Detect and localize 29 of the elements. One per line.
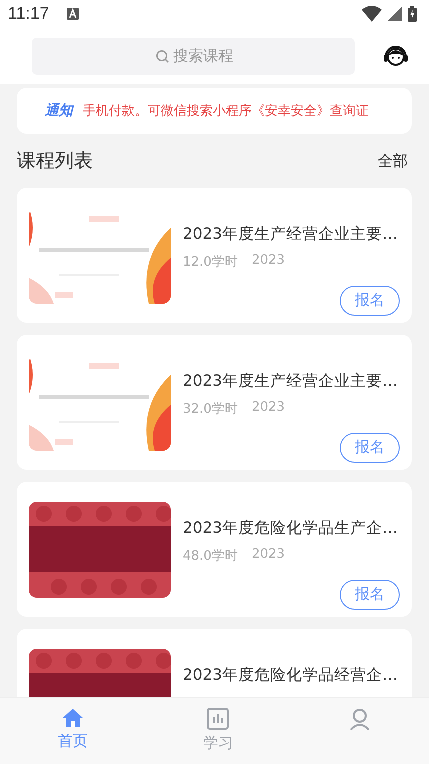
- home-icon: [62, 708, 84, 728]
- course-year: 2023: [252, 252, 286, 270]
- status-time: 11:17: [8, 4, 50, 24]
- course-year: 2023: [252, 546, 286, 564]
- course-card[interactable]: 2023年度危险化学品经营企…: [17, 629, 412, 697]
- chart-icon: [207, 708, 230, 730]
- battery-icon: [408, 6, 417, 22]
- person-icon: [349, 708, 372, 730]
- course-title: 2023年度生产经营企业主要…: [183, 224, 399, 244]
- course-title: 2023年度危险化学品生产企…: [183, 518, 399, 538]
- notification-icon: [67, 8, 80, 20]
- notice-text: 手机付款。可微信搜索小程序《安幸安全》查询证: [83, 103, 369, 120]
- course-card[interactable]: 2023年度生产经营企业主要… 32.0学时 2023 报名: [17, 335, 412, 470]
- course-title: 2023年度生产经营企业主要…: [183, 370, 399, 392]
- headset-icon[interactable]: [383, 43, 409, 69]
- signal-icon: [388, 7, 402, 21]
- notice-label: 通知: [45, 102, 73, 120]
- course-title: 2023年度危险化学品经营企…: [183, 664, 399, 686]
- section-title: 课程列表: [17, 149, 93, 174]
- view-all-link[interactable]: 全部: [378, 152, 408, 170]
- course-card[interactable]: 2023年度危险化学品生产企… 48.0学时 2023 报名: [17, 482, 412, 617]
- search-field[interactable]: 搜索课程: [32, 38, 355, 74]
- course-year: 2023: [252, 400, 286, 416]
- search-icon: [156, 50, 170, 64]
- course-hours: 32.0学时: [183, 400, 238, 418]
- course-card[interactable]: 2023年度生产经营企业主要… 12.0学时 2023 报名: [17, 188, 412, 323]
- course-hours: 12.0学时: [183, 254, 238, 270]
- wifi-icon: [362, 6, 382, 22]
- course-hours: 48.0学时: [183, 548, 238, 564]
